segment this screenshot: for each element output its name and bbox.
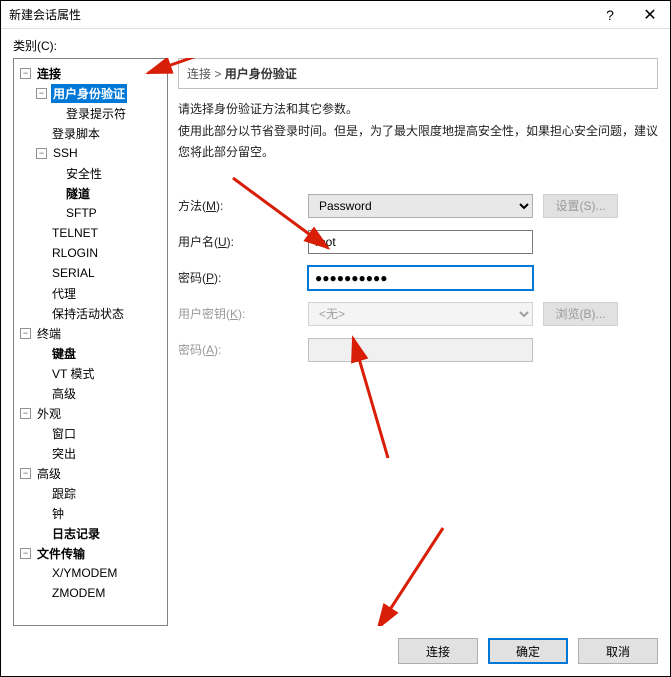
tree-item-terminal[interactable]: − 终端 <box>14 323 167 343</box>
tree-item-vt-mode[interactable]: VT 模式 <box>14 363 167 383</box>
settings-panel: 连接 > 用户身份验证 请选择身份验证方法和其它参数。 使用此部分以节省登录时间… <box>178 58 658 626</box>
category-label: 类别(C): <box>13 37 658 54</box>
tree-item-ssh[interactable]: − SSH <box>14 143 167 163</box>
tree-item-highlight[interactable]: 突出 <box>14 443 167 463</box>
tree-item-login-prompt[interactable]: 登录提示符 <box>14 103 167 123</box>
tree-item-serial[interactable]: SERIAL <box>14 263 167 283</box>
category-tree[interactable]: − 连接 − 用户身份验证 登录提示符 登录脚本 − SSH 安全性 隧道 <box>13 58 168 626</box>
close-button[interactable]: ✕ <box>630 1 670 29</box>
tree-item-trace[interactable]: 跟踪 <box>14 483 167 503</box>
method-select[interactable]: Password <box>308 194 533 218</box>
content-area: 类别(C): − 连接 − 用户身份验证 登录提示符 登录脚本 − SSH <box>1 29 670 626</box>
password-input[interactable] <box>308 266 533 290</box>
row-password: 密码(P): <box>178 266 658 290</box>
tree-item-sftp[interactable]: SFTP <box>14 203 167 223</box>
tree-item-user-auth[interactable]: − 用户身份验证 <box>14 83 167 103</box>
method-label: 方法(M): <box>178 197 308 214</box>
tree-item-bell[interactable]: 钟 <box>14 503 167 523</box>
tree-item-file-transfer[interactable]: − 文件传输 <box>14 543 167 563</box>
userkey-select: <无> <box>308 302 533 326</box>
collapse-icon[interactable]: − <box>20 468 31 479</box>
tree-item-zmodem[interactable]: ZMODEM <box>14 583 167 603</box>
collapse-icon[interactable]: − <box>20 548 31 559</box>
breadcrumb-current: 用户身份验证 <box>225 67 297 81</box>
browse-button[interactable]: 浏览(B)... <box>543 302 618 326</box>
row-username: 用户名(U): <box>178 230 658 254</box>
tree-item-rlogin[interactable]: RLOGIN <box>14 243 167 263</box>
connect-button[interactable]: 连接 <box>398 638 478 664</box>
annotation-arrow-icon <box>363 518 463 626</box>
help-button[interactable]: ? <box>590 1 630 29</box>
row-userkey: 用户密钥(K): <无> 浏览(B)... <box>178 302 658 326</box>
username-input[interactable] <box>308 230 533 254</box>
tree-item-login-script[interactable]: 登录脚本 <box>14 123 167 143</box>
tree-item-logging[interactable]: 日志记录 <box>14 523 167 543</box>
tree-item-advanced[interactable]: − 高级 <box>14 463 167 483</box>
collapse-icon[interactable]: − <box>20 328 31 339</box>
tree-item-window[interactable]: 窗口 <box>14 423 167 443</box>
dialog-footer: 连接 确定 取消 <box>1 626 670 676</box>
breadcrumb-parent: 连接 <box>187 67 211 81</box>
collapse-icon[interactable]: − <box>36 148 47 159</box>
collapse-icon[interactable]: − <box>20 68 31 79</box>
main-area: − 连接 − 用户身份验证 登录提示符 登录脚本 − SSH 安全性 隧道 <box>13 58 658 626</box>
cancel-button[interactable]: 取消 <box>578 638 658 664</box>
form-area: 方法(M): Password 设置(S)... 用户名(U): 密码(P): … <box>178 194 658 362</box>
tree-item-tunnel[interactable]: 隧道 <box>14 183 167 203</box>
tree-item-security[interactable]: 安全性 <box>14 163 167 183</box>
tree-item-advanced-term[interactable]: 高级 <box>14 383 167 403</box>
window-title: 新建会话属性 <box>9 6 590 23</box>
userkey-label: 用户密钥(K): <box>178 305 308 322</box>
tree-item-connection[interactable]: − 连接 <box>14 63 167 83</box>
tree-item-xymodem[interactable]: X/YMODEM <box>14 563 167 583</box>
collapse-icon[interactable]: − <box>36 88 47 99</box>
breadcrumb: 连接 > 用户身份验证 <box>178 58 658 89</box>
titlebar: 新建会话属性 ? ✕ <box>1 1 670 29</box>
password-label: 密码(P): <box>178 269 308 286</box>
row-method: 方法(M): Password 设置(S)... <box>178 194 658 218</box>
password2-input <box>308 338 533 362</box>
password2-label: 密码(A): <box>178 341 308 358</box>
description-text: 请选择身份验证方法和其它参数。 使用此部分以节省登录时间。但是，为了最大限度地提… <box>178 99 658 164</box>
ok-button[interactable]: 确定 <box>488 638 568 664</box>
collapse-icon[interactable]: − <box>20 408 31 419</box>
username-label: 用户名(U): <box>178 233 308 250</box>
tree-item-proxy[interactable]: 代理 <box>14 283 167 303</box>
tree-item-telnet[interactable]: TELNET <box>14 223 167 243</box>
tree-item-keepalive[interactable]: 保持活动状态 <box>14 303 167 323</box>
tree-item-appearance[interactable]: − 外观 <box>14 403 167 423</box>
tree-item-keyboard[interactable]: 键盘 <box>14 343 167 363</box>
settings-button[interactable]: 设置(S)... <box>543 194 618 218</box>
row-password2: 密码(A): <box>178 338 658 362</box>
